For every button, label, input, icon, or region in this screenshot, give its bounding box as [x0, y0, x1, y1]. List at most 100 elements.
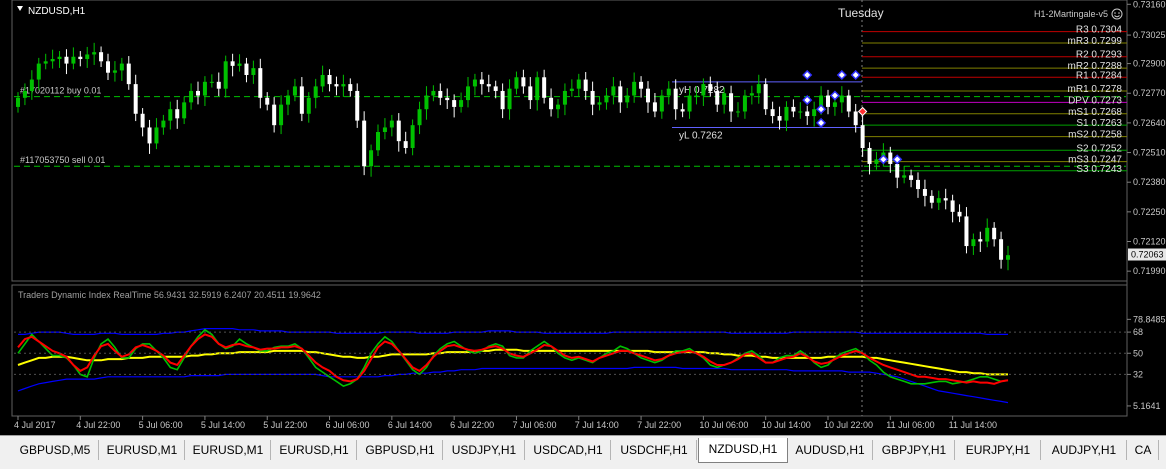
candle-body — [632, 81, 637, 96]
trade-marker-icon — [802, 95, 813, 106]
candle-body — [161, 120, 166, 128]
candle-body — [175, 109, 180, 119]
candle-body — [749, 93, 754, 96]
chart-tab[interactable]: NZDUSD,H1 — [698, 438, 788, 463]
trade-marker-icon — [816, 104, 827, 115]
candle-body — [202, 81, 207, 96]
candle-body — [230, 61, 235, 66]
chart-tab[interactable]: EURUSD,M1 — [100, 440, 185, 460]
order-lines: #17020112 buy 0.01#117053750 sell 0.01 — [14, 86, 1126, 167]
time-tick-label: 4 Jul 22:00 — [76, 420, 120, 430]
candle-body — [292, 86, 297, 96]
pivot-level-label: R2 0.7293 — [1076, 50, 1123, 61]
candle-body — [673, 88, 678, 110]
candle-body — [147, 127, 152, 144]
candle-body — [999, 239, 1004, 260]
trade-markers — [802, 69, 903, 165]
chart-tab[interactable]: GBPUSD,M5 — [12, 440, 99, 460]
candle-body — [853, 111, 858, 126]
time-tick-label: 7 Jul 14:00 — [575, 420, 619, 430]
candle-body — [562, 90, 567, 105]
candle-body — [736, 111, 740, 113]
candle-body — [929, 195, 934, 203]
time-tick-label: 6 Jul 14:00 — [388, 420, 432, 430]
chart-canvas[interactable]: NZDUSD,H1 Tuesday H1-2Martingale-v5 Trad… — [0, 0, 1166, 435]
candle-body — [78, 56, 83, 60]
candle-body — [874, 159, 879, 164]
chart-tab[interactable]: EURUSD,M1 — [186, 440, 271, 460]
chart-tab[interactable]: CA — [1128, 440, 1159, 460]
candle-body — [36, 63, 41, 80]
pivot-level-label: mR1 0.7278 — [1068, 84, 1123, 95]
candle-body — [992, 227, 997, 240]
close-marker-icon — [857, 106, 868, 117]
candle-body — [729, 93, 734, 112]
candle-body — [493, 86, 498, 91]
candle-body — [92, 52, 97, 55]
candle-body — [286, 95, 290, 105]
chart-dropdown-arrow-icon[interactable] — [17, 6, 23, 11]
candle-body — [237, 63, 242, 66]
candle-body — [916, 179, 920, 190]
trade-marker-icon — [892, 154, 903, 165]
candle-body — [459, 100, 464, 107]
chart-tab[interactable]: GBPJPY,H1 — [874, 440, 955, 460]
candle-body — [112, 70, 117, 73]
candle-body — [549, 97, 554, 110]
candle-body — [943, 198, 948, 201]
candle-body — [334, 84, 339, 87]
time-tick-label: 5 Jul 22:00 — [263, 420, 307, 430]
candle-body — [29, 79, 34, 91]
price-tick-label: 0.73025 — [1133, 30, 1166, 40]
chart-window[interactable]: NZDUSD,H1 Tuesday H1-2Martingale-v5 Trad… — [0, 0, 1166, 435]
candle-body — [826, 95, 830, 107]
chart-tab[interactable]: USDCAD,H1 — [526, 440, 611, 460]
tdi-tick-label: 5.1641 — [1133, 401, 1161, 411]
candle-body — [556, 104, 560, 110]
price-tick-label: 0.72640 — [1133, 118, 1166, 128]
candle-body — [313, 86, 318, 98]
chart-tab[interactable]: USDCHF,H1 — [612, 440, 697, 460]
trade-marker-icon — [802, 69, 813, 81]
candle-body — [888, 152, 893, 164]
candle-body — [126, 63, 131, 85]
chart-tab[interactable]: EURUSD,H1 — [272, 440, 357, 460]
candle-body — [521, 77, 526, 87]
candle-body — [666, 88, 671, 96]
candle-body — [659, 95, 664, 112]
trade-marker-icon — [878, 154, 889, 165]
candle-body — [445, 97, 450, 101]
trade-marker-icon — [816, 117, 827, 128]
candle-body — [687, 95, 692, 112]
candle-body — [569, 88, 574, 91]
chart-tab[interactable]: EURJPY,H1 — [956, 440, 1041, 460]
pivot-levels: R3 0.7304mR3 0.7299R2 0.7293mR2 0.7288R1… — [862, 25, 1127, 175]
candle-body — [701, 84, 706, 96]
candle-body — [196, 90, 200, 96]
time-tick-label: 10 Jul 06:00 — [699, 420, 748, 430]
chart-tab[interactable]: AUDUSD,H1 — [788, 440, 873, 460]
candle-body — [922, 189, 927, 196]
candle-body — [403, 141, 408, 148]
chart-tab[interactable]: GBPUSD,H1 — [358, 440, 443, 460]
yesterday-low-label: yL 0.7262 — [679, 130, 723, 141]
candle-body — [784, 106, 789, 121]
chart-tab[interactable]: AUDJPY,H1 — [1042, 440, 1127, 460]
candle-body — [341, 84, 346, 87]
candle-body — [895, 163, 900, 178]
trade-marker-icon — [836, 69, 847, 81]
order-label: #117053750 sell 0.01 — [20, 155, 105, 165]
chart-tab[interactable]: USDJPY,H1 — [444, 440, 525, 460]
candle-body — [189, 90, 194, 103]
candle-body — [604, 95, 609, 103]
tdi-tick-label: 78.8485 — [1133, 314, 1166, 324]
tdi-lines — [14, 328, 1126, 404]
candle-body — [431, 90, 436, 96]
candle-body — [382, 127, 387, 133]
time-tick-label: 7 Jul 06:00 — [512, 420, 556, 430]
candle-body — [957, 211, 962, 217]
candle-body — [542, 77, 547, 98]
pivot-level-label: mS2 0.7258 — [1068, 130, 1122, 141]
price-tick-label: 0.72900 — [1133, 59, 1166, 69]
candle-body — [528, 86, 533, 101]
